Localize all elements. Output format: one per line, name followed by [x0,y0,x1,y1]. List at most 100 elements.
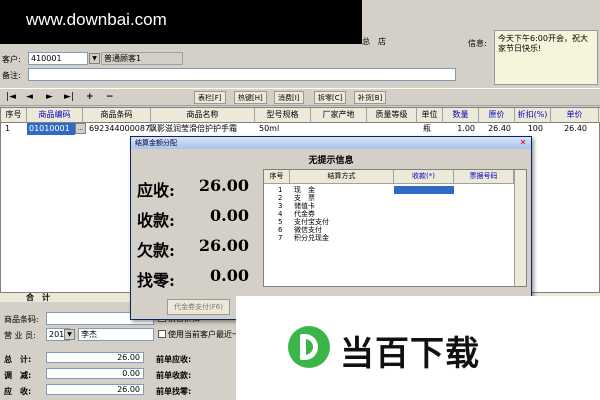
remark-label: 备注: [2,71,21,80]
receivable-value: 26.00 [198,176,249,195]
row-unit: 瓶 [423,124,431,133]
received-value: 0.00 [210,206,249,225]
logo-icon [288,326,330,368]
pay-method-name: 支付宝支付 [294,218,329,226]
hotkey-button[interactable]: 热键[H] [234,91,267,104]
pay-col-ticket: 票据号码 [454,170,514,184]
adjust-label: 调 减: [4,371,32,380]
ellipsis-icon[interactable]: … [75,123,86,134]
pay-col-method: 结算方式 [290,170,394,184]
bottom-receivable-value: 26.00 [46,384,144,395]
list-item[interactable]: 1 现 金 [264,186,514,194]
pay-col-amount: 收款(*) [394,170,454,184]
pay-seq: 4 [278,210,283,218]
first-record-button[interactable]: |◄ [6,91,16,103]
list-item[interactable]: 7 积分兑现金 [264,234,514,242]
list-item[interactable]: 6 微信支付 [264,226,514,234]
row-spec: 50ml [259,124,280,133]
next-record-button[interactable]: ► [46,91,53,103]
change-label: 找零: [137,271,175,290]
prev-change-label: 前单找零: [156,387,192,396]
col-discount[interactable]: 折扣(%) [515,108,551,123]
split-button[interactable]: 拆零[C] [314,91,347,104]
change-value: 0.00 [210,266,249,285]
col-seq[interactable]: 序号 [1,108,27,123]
toolbar: |◄ ◄ ► ►| + − 表栏[F] 热键[H] 消费[I] 拆零[C] 补货… [0,88,600,106]
pay-seq: 7 [278,234,283,242]
col-code[interactable]: 商品编码 [27,108,83,123]
consume-button[interactable]: 消费[I] [274,91,304,104]
received-label: 收款: [137,211,175,230]
owed-label: 欠款: [137,241,175,260]
info-message: 今天下午6:00开会，祝大家节日快乐! [494,30,598,85]
col-spec[interactable]: 型号规格 [255,108,311,123]
col-quality[interactable]: 质量等级 [367,108,417,123]
logo-watermark: 当百下载 [236,296,600,400]
scrollbar[interactable] [514,170,526,286]
chevron-down-icon[interactable]: ▼ [89,53,100,64]
payment-method-grid[interactable]: 序号 结算方式 收款(*) 票据号码 1 现 金 2 支 票 3 储值卡 4 代… [263,169,527,287]
recent-customer-checkbox[interactable] [158,330,166,338]
pay-col-seq: 序号 [264,170,290,184]
pay-method-name: 储值卡 [294,202,315,210]
bottom-total-value: 26.00 [46,352,144,363]
pay-seq: 6 [278,226,283,234]
barcode-label: 商品条码: [4,315,39,324]
customer-code-input[interactable]: 410001 [28,52,88,65]
list-item[interactable]: 2 支 票 [264,194,514,202]
prev-received-label: 前单收款: [156,371,192,380]
last-record-button[interactable]: ►| [64,91,74,103]
settlement-dialog: 结算金额分配 ✕ 无提示信息 应收: 26.00 收款: 0.00 欠款: 26… [130,136,532,320]
pay-amount-cell-selected[interactable] [394,186,454,194]
voucher-pay-button[interactable]: 代金券支付(F6) [167,299,230,315]
row-name: 飘影滋润莹滑倍护护手霜 [149,124,237,133]
col-unit-price[interactable]: 单价 [551,108,599,123]
pay-seq: 3 [278,202,283,210]
table-row[interactable]: 1 01010001 … 6923440000871 飘影滋润莹滑倍护护手霜 5… [1,123,600,135]
dialog-title: 结算金额分配 [131,137,531,149]
columns-button[interactable]: 表栏[F] [194,91,226,104]
dialog-heading: 无提示信息 [308,156,354,166]
chevron-down-icon[interactable]: ▼ [64,329,75,340]
list-item[interactable]: 4 代金券 [264,210,514,218]
col-unit[interactable]: 单位 [417,108,443,123]
delete-row-button[interactable]: − [106,91,114,103]
pay-method-name: 现 金 [294,186,315,194]
row-unit-price[interactable]: 26.40 [551,123,589,135]
row-barcode: 6923440000871 [89,124,151,133]
bottom-receivable-label: 应 收: [4,387,32,396]
restock-button[interactable]: 补货[B] [354,91,387,104]
col-name[interactable]: 商品名称 [151,108,255,123]
col-barcode[interactable]: 商品条码 [83,108,151,123]
pay-method-name: 微信支付 [294,226,322,234]
watermark-banner: www.downbai.com [0,0,362,44]
pay-method-name: 支 票 [294,194,315,202]
prev-receivable-label: 前单应收: [156,355,192,364]
pay-method-name: 代金券 [294,210,315,218]
adjust-input[interactable]: 0.00 [46,368,144,379]
logo-text: 当百下载 [340,334,480,374]
customer-name-field: 普通顾客1 [101,52,183,65]
list-item[interactable]: 3 储值卡 [264,202,514,210]
row-code[interactable]: 01010001 [27,123,75,135]
pay-seq: 5 [278,218,283,226]
row-seq: 1 [5,124,11,133]
row-discount[interactable]: 100 [515,123,545,135]
row-qty[interactable]: 1.00 [443,123,477,135]
add-row-button[interactable]: + [86,91,94,103]
bottom-total-label: 总 计: [4,355,32,364]
pay-method-name: 积分兑现金 [294,234,329,242]
close-icon[interactable]: ✕ [518,138,528,148]
recent-customer-option-label: 使用当前客户最近一 [168,330,240,339]
list-item[interactable]: 5 支付宝支付 [264,218,514,226]
col-price[interactable]: 原价 [479,108,515,123]
customer-label: 客户: [2,55,21,64]
remark-input[interactable] [28,68,456,81]
row-price[interactable]: 26.40 [479,123,513,135]
col-origin[interactable]: 厂家产地 [311,108,367,123]
prev-record-button[interactable]: ◄ [26,91,33,103]
store-label: 总 店 [362,37,386,46]
col-qty[interactable]: 数量 [443,108,479,123]
grid-header: 序号 商品编码 商品条码 商品名称 型号规格 厂家产地 质量等级 单位 数量 原… [1,108,600,123]
logo-d-glyph [300,334,318,360]
